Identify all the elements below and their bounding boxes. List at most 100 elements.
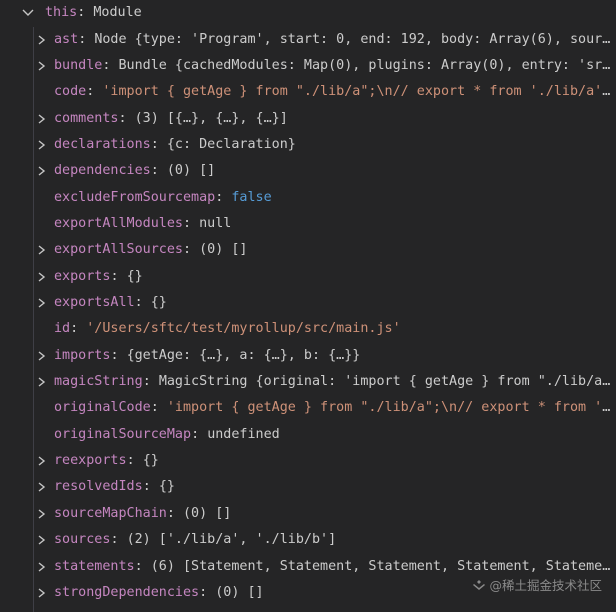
chevron-right-icon[interactable] [36, 369, 50, 395]
key-separator: : [183, 242, 200, 258]
tree-row-content: originalSourceMap: undefined [54, 422, 612, 448]
key-separator: : [102, 57, 119, 73]
tree-row-content: exportsAll: {} [54, 290, 612, 316]
root-value: Module [93, 5, 142, 20]
key-separator: : [191, 426, 208, 442]
key-separator: : [86, 84, 103, 100]
watermark-text: @稀土掘金技术社区 [489, 578, 602, 593]
property-key: exportsAll [54, 295, 135, 310]
chevron-right-icon[interactable] [36, 237, 50, 263]
property-key: declarations [54, 136, 151, 152]
tree-row-originalCode[interactable]: originalCode: 'import { getAge } from ".… [0, 395, 616, 421]
tree-row-content: excludeFromSourcemap: false [54, 185, 612, 211]
key-separator: : [134, 295, 151, 310]
property-value: (0) [] [199, 242, 248, 258]
chevron-right-icon[interactable] [36, 132, 50, 158]
property-key: resolvedIds [54, 479, 143, 495]
key-separator: : [142, 479, 159, 495]
tree-row-content: declarations: {c: Declaration} [54, 132, 612, 158]
key-separator: : [78, 31, 95, 47]
property-key: strongDependencies [54, 584, 200, 600]
tree-row-content: id: '/Users/sftc/test/myrollup/src/main.… [54, 316, 612, 342]
tree-row-content: originalCode: 'import { getAge } from ".… [54, 395, 612, 421]
property-key: comments [54, 110, 119, 126]
tree-row-content: dependencies: (0) [] [54, 158, 612, 184]
chevron-right-icon[interactable] [36, 158, 50, 184]
tree-row-content: imports: {getAge: {…}, a: {…}, b: {…}} [54, 343, 612, 369]
chevron-right-icon[interactable] [36, 290, 50, 316]
juejin-logo-icon [472, 577, 486, 597]
property-value: null [199, 215, 232, 231]
watermark: @稀土掘金技术社区 [472, 576, 602, 596]
property-value: (2) ['./lib/a', './lib/b'] [126, 532, 337, 548]
property-key: dependencies [54, 163, 151, 179]
key-separator: : [110, 268, 127, 284]
property-key: excludeFromSourcemap [54, 189, 216, 205]
property-key: sourceMapChain [54, 505, 167, 521]
key-separator: : [110, 347, 127, 363]
chevron-right-icon[interactable] [36, 343, 50, 369]
property-value: {getAge: {…}, a: {…}, b: {…}} [126, 347, 361, 363]
key-separator: : [183, 215, 200, 231]
tree-row-content: ast: Node {type: 'Program', start: 0, en… [54, 27, 612, 53]
key-separator: : [70, 321, 87, 337]
tree-row-imports[interactable]: imports: {getAge: {…}, a: {…}, b: {…}} [0, 343, 616, 369]
tree-row-excludeFromSourcemap[interactable]: excludeFromSourcemap: false [0, 185, 616, 211]
property-key: exportAllModules [54, 215, 183, 231]
tree-row-id[interactable]: id: '/Users/sftc/test/myrollup/src/main.… [0, 316, 616, 342]
chevron-right-icon[interactable] [36, 580, 50, 606]
property-value: {c: Declaration} [166, 136, 296, 152]
chevron-right-icon[interactable] [36, 527, 50, 553]
key-separator: : [150, 163, 167, 179]
chevron-right-icon[interactable] [36, 53, 50, 79]
chevron-right-icon[interactable] [36, 474, 50, 500]
tree-row-declarations[interactable]: declarations: {c: Declaration} [0, 132, 616, 158]
tree-row-ast[interactable]: ast: Node {type: 'Program', start: 0, en… [0, 27, 616, 53]
tree-row-sources[interactable]: sources: (2) ['./lib/a', './lib/b'] [0, 527, 616, 553]
tree-row-reexports[interactable]: reexports: {} [0, 448, 616, 474]
property-key: originalSourceMap [54, 426, 192, 442]
chevron-right-icon[interactable] [36, 106, 50, 132]
tree-row-code[interactable]: code: 'import { getAge } from "./lib/a";… [0, 79, 616, 105]
tree-row-dependencies[interactable]: dependencies: (0) [] [0, 158, 616, 184]
property-value: 'import { getAge } from "./lib/a";\n// e… [166, 400, 612, 416]
tree-row-content: exportAllSources: (0) [] [54, 237, 612, 263]
tree-row-content: exports: {} [54, 264, 612, 290]
chevron-right-icon[interactable] [36, 554, 50, 580]
key-separator: : [118, 110, 135, 126]
tree-row-bundle[interactable]: bundle: Bundle {cachedModules: Map(0), p… [0, 53, 616, 79]
tree-row-exportAllSources[interactable]: exportAllSources: (0) [] [0, 237, 616, 263]
property-value: (6) [Statement, Statement, Statement, St… [150, 558, 612, 574]
tree-row-content: bundle: Bundle {cachedModules: Map(0), p… [54, 53, 612, 79]
tree-row-content: sourceMapChain: (0) [] [54, 501, 612, 527]
chevron-down-icon[interactable] [21, 0, 37, 26]
tree-root-this[interactable]: this: Module [0, 0, 616, 26]
tree-row-content: comments: (3) [{…}, {…}, {…}] [54, 106, 612, 132]
tree-row-resolvedIds[interactable]: resolvedIds: {} [0, 474, 616, 500]
chevron-right-icon[interactable] [36, 448, 50, 474]
key-separator: : [199, 584, 216, 600]
property-key: ast [54, 31, 79, 47]
key-separator: : [150, 400, 167, 416]
key-separator: : [166, 505, 183, 521]
property-value: {} [126, 268, 143, 284]
property-value: (0) [] [183, 505, 232, 521]
tree-row-comments[interactable]: comments: (3) [{…}, {…}, {…}] [0, 106, 616, 132]
tree-row-exportAllModules[interactable]: exportAllModules: null [0, 211, 616, 237]
chevron-right-icon[interactable] [36, 264, 50, 290]
key-separator: : [215, 189, 232, 205]
tree-row-exports[interactable]: exports: {} [0, 264, 616, 290]
tree-row-originalSourceMap[interactable]: originalSourceMap: undefined [0, 422, 616, 448]
chevron-right-icon[interactable] [36, 27, 50, 53]
key-separator: : [150, 136, 167, 152]
chevron-right-icon[interactable] [36, 501, 50, 527]
property-value: {} [150, 295, 167, 310]
tree-row-magicString[interactable]: magicString: MagicString {original: 'imp… [0, 369, 616, 395]
root-key: this [45, 5, 78, 20]
property-key: exports [54, 268, 111, 284]
property-value: {} [142, 453, 159, 469]
tree-row-exportsAll[interactable]: exportsAll: {} [0, 290, 616, 316]
property-value: '/Users/sftc/test/myrollup/src/main.js' [86, 321, 401, 337]
key-separator: : [77, 5, 94, 20]
tree-row-sourceMapChain[interactable]: sourceMapChain: (0) [] [0, 501, 616, 527]
